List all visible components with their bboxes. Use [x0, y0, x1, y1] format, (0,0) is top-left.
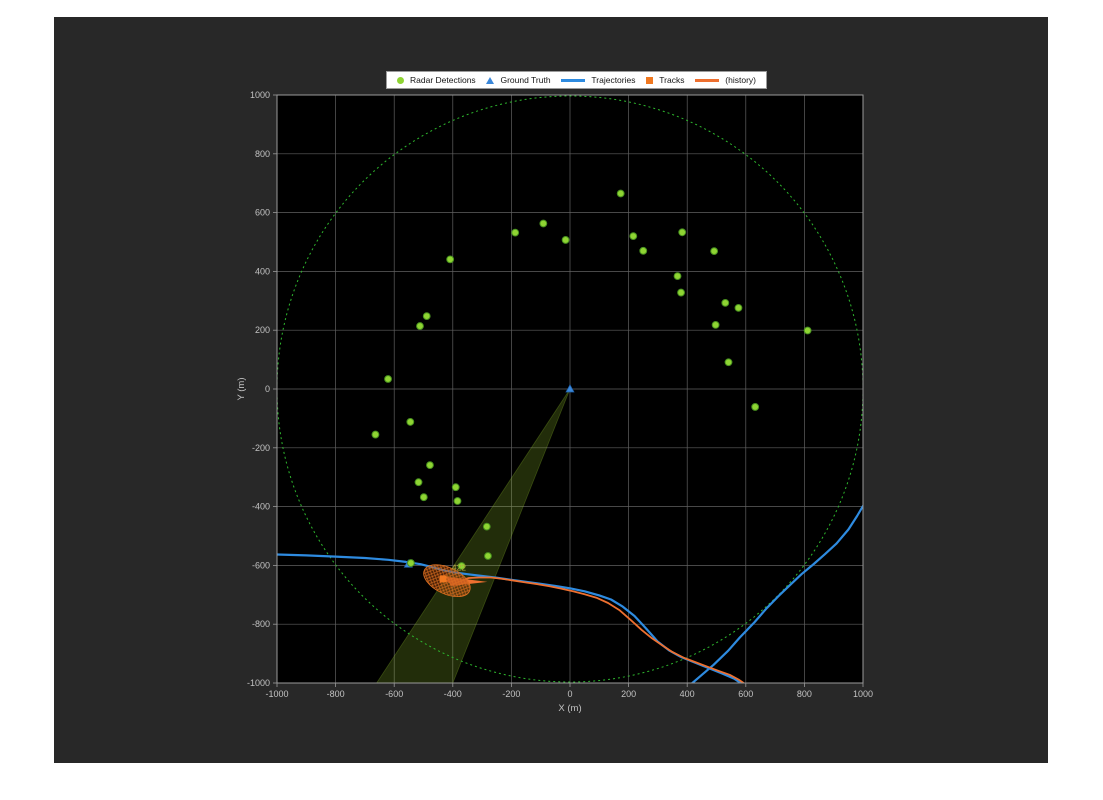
radar-detection-marker — [408, 560, 415, 567]
x-tick-label: 1000 — [853, 689, 873, 699]
legend-item-trajectories: Trajectories — [561, 75, 635, 85]
legend-item-ground-truth: Ground Truth — [486, 75, 550, 85]
radar-detection-marker — [423, 313, 430, 320]
radar-detection-marker — [372, 431, 379, 438]
x-axis-label: X (m) — [558, 703, 581, 714]
y-tick-label: 1000 — [250, 90, 270, 100]
x-tick-label: -800 — [327, 689, 345, 699]
y-tick-label: 400 — [255, 266, 270, 276]
radar-detection-marker — [722, 299, 729, 306]
legend-item-label: (history) — [725, 75, 756, 85]
radar-tracking-plot: 422 -1000 -800 -600 -400 -200 0 200 400 600 800 100… — [54, 17, 1048, 763]
radar-detection-marker — [678, 289, 685, 296]
legend-item-label: Radar Detections — [410, 75, 476, 85]
radar-detection-marker — [454, 498, 461, 505]
y-tick-label: -600 — [252, 560, 270, 570]
radar-detection-marker — [617, 190, 624, 197]
x-tick-label: 600 — [738, 689, 753, 699]
radar-detection-marker — [452, 484, 459, 491]
legend-item-label: Tracks — [659, 75, 684, 85]
radar-detection-marker — [420, 494, 427, 501]
legend: Radar Detections Ground Truth Trajectories… — [386, 71, 767, 89]
matlab-figure-window: 422 -1000 -800 -600 -400 -200 0 200 400 600 800 100… — [54, 17, 1048, 763]
radar-detection-marker — [483, 523, 490, 530]
x-tick-label: 800 — [797, 689, 812, 699]
radar-detection-marker — [711, 248, 718, 255]
radar-detection-marker — [674, 273, 681, 280]
y-tick-label: -400 — [252, 502, 270, 512]
radar-detection-marker — [562, 237, 569, 244]
y-tick-label: 800 — [255, 149, 270, 159]
legend-item-radar-detections: Radar Detections — [397, 75, 476, 85]
radar-detection-marker — [640, 247, 647, 254]
x-tick-label: -400 — [444, 689, 462, 699]
track-marker — [440, 575, 447, 582]
desktop-background: { "figure": { "x": 54, "y": 17, "width":… — [0, 0, 1103, 800]
radar-detection-marker — [385, 376, 392, 383]
radar-detection-marker — [427, 462, 434, 469]
legend-item-label: Ground Truth — [500, 75, 550, 85]
x-tick-label: 200 — [621, 689, 636, 699]
x-tick-label: -200 — [502, 689, 520, 699]
radar-detection-marker — [415, 479, 422, 486]
radar-detection-marker — [630, 233, 637, 240]
radar-detection-marker — [804, 327, 811, 334]
y-axis-label: Y (m) — [236, 377, 247, 400]
ground-truth-triangle-icon — [486, 77, 494, 84]
y-tick-label: -200 — [252, 443, 270, 453]
line-sample-icon — [561, 79, 585, 82]
x-tick-label: -600 — [385, 689, 403, 699]
radar-detection-marker — [725, 359, 732, 366]
track-square-icon — [646, 77, 653, 84]
detection-dot-icon — [397, 77, 404, 84]
radar-detection-marker — [679, 229, 686, 236]
x-tick-label: -1000 — [265, 689, 288, 699]
track-id-label: 422 — [452, 563, 466, 573]
radar-detection-marker — [540, 220, 547, 227]
radar-detection-marker — [417, 323, 424, 330]
radar-detection-marker — [407, 419, 414, 426]
line-sample-icon — [695, 79, 719, 82]
radar-detection-marker — [512, 229, 519, 236]
y-tick-label: -800 — [252, 619, 270, 629]
x-tick-label: 0 — [567, 689, 572, 699]
y-tick-label: 0 — [265, 384, 270, 394]
radar-detection-marker — [752, 404, 759, 411]
x-tick-label: 400 — [680, 689, 695, 699]
radar-detection-marker — [735, 304, 742, 311]
legend-item-label: Trajectories — [591, 75, 635, 85]
radar-detection-marker — [485, 553, 492, 560]
y-tick-label: 200 — [255, 325, 270, 335]
y-tick-label: -1000 — [247, 678, 270, 688]
legend-item-tracks: Tracks — [646, 75, 684, 85]
radar-detection-marker — [447, 256, 454, 263]
y-tick-label: 600 — [255, 208, 270, 218]
radar-detection-marker — [712, 322, 719, 329]
legend-item-history: (history) — [695, 75, 756, 85]
